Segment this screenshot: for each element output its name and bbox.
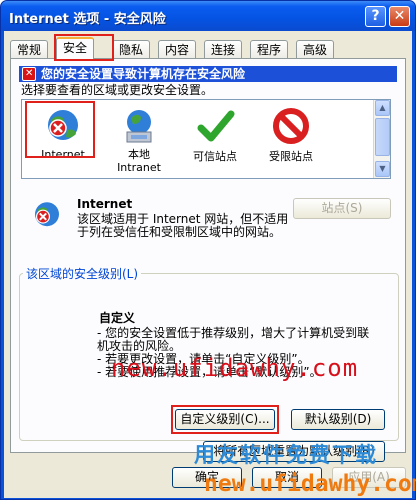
scroll-down-icon[interactable]: ▼ (375, 161, 390, 177)
watermark-url: new.ufidawhy.com (111, 354, 359, 382)
selected-zone-description: 该区域适用于 Internet 网站，但不适用于列在受信任和受限制区域中的网站。 (77, 212, 289, 239)
scroll-up-icon[interactable]: ▲ (375, 100, 390, 116)
default-level-button[interactable]: 默认级别(D) (291, 409, 385, 430)
tab-programs[interactable]: 程序 (250, 40, 289, 59)
security-warning-banner[interactable]: 您的安全设置导致计算机存在安全风险 (19, 66, 397, 82)
security-panel: 您的安全设置导致计算机存在安全风险 选择要查看的区域或更改安全设置。 In (10, 58, 406, 462)
tab-connections[interactable]: 连接 (204, 40, 243, 59)
selected-zone-title: Internet (77, 197, 133, 211)
zone-scrollbar[interactable]: ▲ ▼ (373, 100, 390, 178)
internet-options-window: Internet 选项 - 安全风险 ? ✕ 常规 安全 隐私 内容 连接 程序… (0, 0, 416, 500)
tab-content[interactable]: 内容 (158, 40, 197, 59)
title-bar[interactable]: Internet 选项 - 安全风险 ? ✕ (1, 1, 415, 31)
sites-button[interactable]: 站点(S) (293, 198, 391, 219)
zone-label: 可信站点 (193, 150, 237, 163)
tab-security[interactable]: 安全 (56, 37, 95, 60)
globe-warning-icon (31, 199, 63, 231)
warning-text: 您的安全设置导致计算机存在安全风险 (41, 67, 246, 81)
tab-advanced[interactable]: 高级 (296, 40, 335, 59)
watermark-chinese: 用友软件免费下载 (194, 443, 378, 467)
no-entry-icon (271, 106, 311, 146)
local-intranet-icon (119, 106, 159, 146)
tab-general[interactable]: 常规 (10, 40, 49, 59)
scroll-thumb[interactable] (375, 118, 390, 156)
zone-select-label: 选择要查看的区域或更改安全设置。 (21, 83, 214, 97)
tab-strip: 常规 安全 隐私 内容 连接 程序 高级 (10, 37, 406, 60)
zone-restricted-sites[interactable]: 受限站点 (256, 106, 326, 164)
globe-warning-icon (43, 106, 83, 146)
zone-internet[interactable]: Internet (28, 106, 98, 161)
close-button[interactable]: ✕ (389, 6, 410, 27)
zone-list: Internet 本地 Intranet 可信站点 受限站点 ▲ ▼ (21, 99, 391, 179)
zone-label: 本地 Intranet (117, 148, 161, 174)
tab-privacy[interactable]: 隐私 (112, 40, 151, 59)
watermark-url-orange: new.ufidawhy.com (204, 471, 416, 497)
zone-trusted-sites[interactable]: 可信站点 (180, 106, 250, 164)
security-level-title: 自定义 (99, 311, 136, 325)
help-button[interactable]: ? (365, 6, 386, 27)
dialog-body: 常规 安全 隐私 内容 连接 程序 高级 您的安全设置导致计算机存在安全风险 选… (4, 31, 416, 498)
custom-level-button[interactable]: 自定义级别(C)... (175, 409, 275, 430)
level-line: - 您的安全设置低于推荐级别，增大了计算机受到联机攻击的风险。 (97, 326, 370, 353)
security-level-label: 该区域的安全级别(L) (23, 265, 142, 282)
check-icon (195, 106, 235, 146)
zone-label: Internet (41, 148, 85, 161)
shield-warning-icon (22, 66, 36, 82)
window-title: Internet 选项 - 安全风险 (9, 12, 166, 27)
zone-local-intranet[interactable]: 本地 Intranet (104, 106, 174, 174)
zone-label: 受限站点 (269, 150, 313, 163)
